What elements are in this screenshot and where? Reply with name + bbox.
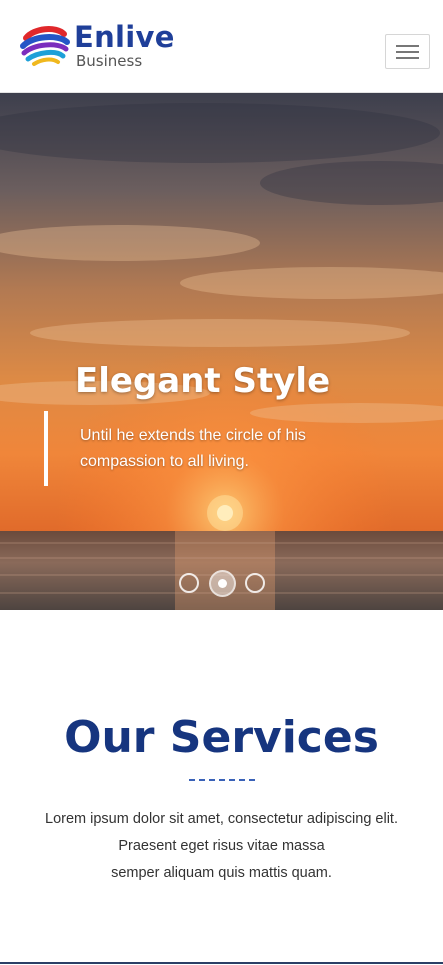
services-heading: Our Services [64,712,379,763]
hero-background-image [0,93,443,610]
logo-title: Enlive [74,20,175,54]
services-description-line: Praesent eget risus vitae massa [118,838,325,854]
services-description-line: Lorem ipsum dolor sit amet, consectetur … [45,811,398,827]
services-divider [189,779,255,781]
slider-dot-3[interactable] [245,573,265,593]
hero-caption: Until he extends the circle of his compa… [80,423,370,475]
hero-quote-bar [44,411,48,486]
section-divider [0,962,443,964]
hero-title: Elegant Style [75,361,331,401]
slider-dot-2-active[interactable] [209,570,236,597]
menu-toggle-button[interactable] [385,34,430,69]
services-description: Lorem ipsum dolor sit amet, consectetur … [20,806,423,887]
hero-caption-line: Until he extends the circle of his [80,427,306,444]
logo-subtitle: Business [76,52,143,70]
logo-icon [20,26,70,66]
slider-dot-1[interactable] [179,573,199,593]
services-description-line: semper aliquam quis mattis quam. [111,865,332,881]
site-header: Enlive Business [0,0,443,93]
hero-caption-line: compassion to all living. [80,453,249,470]
hamburger-menu-icon [396,57,419,59]
hero-slider: Elegant Style Until he extends the circl… [0,93,443,610]
hamburger-menu-icon [396,51,419,53]
hamburger-menu-icon [396,45,419,47]
logo[interactable]: Enlive Business [20,20,180,72]
